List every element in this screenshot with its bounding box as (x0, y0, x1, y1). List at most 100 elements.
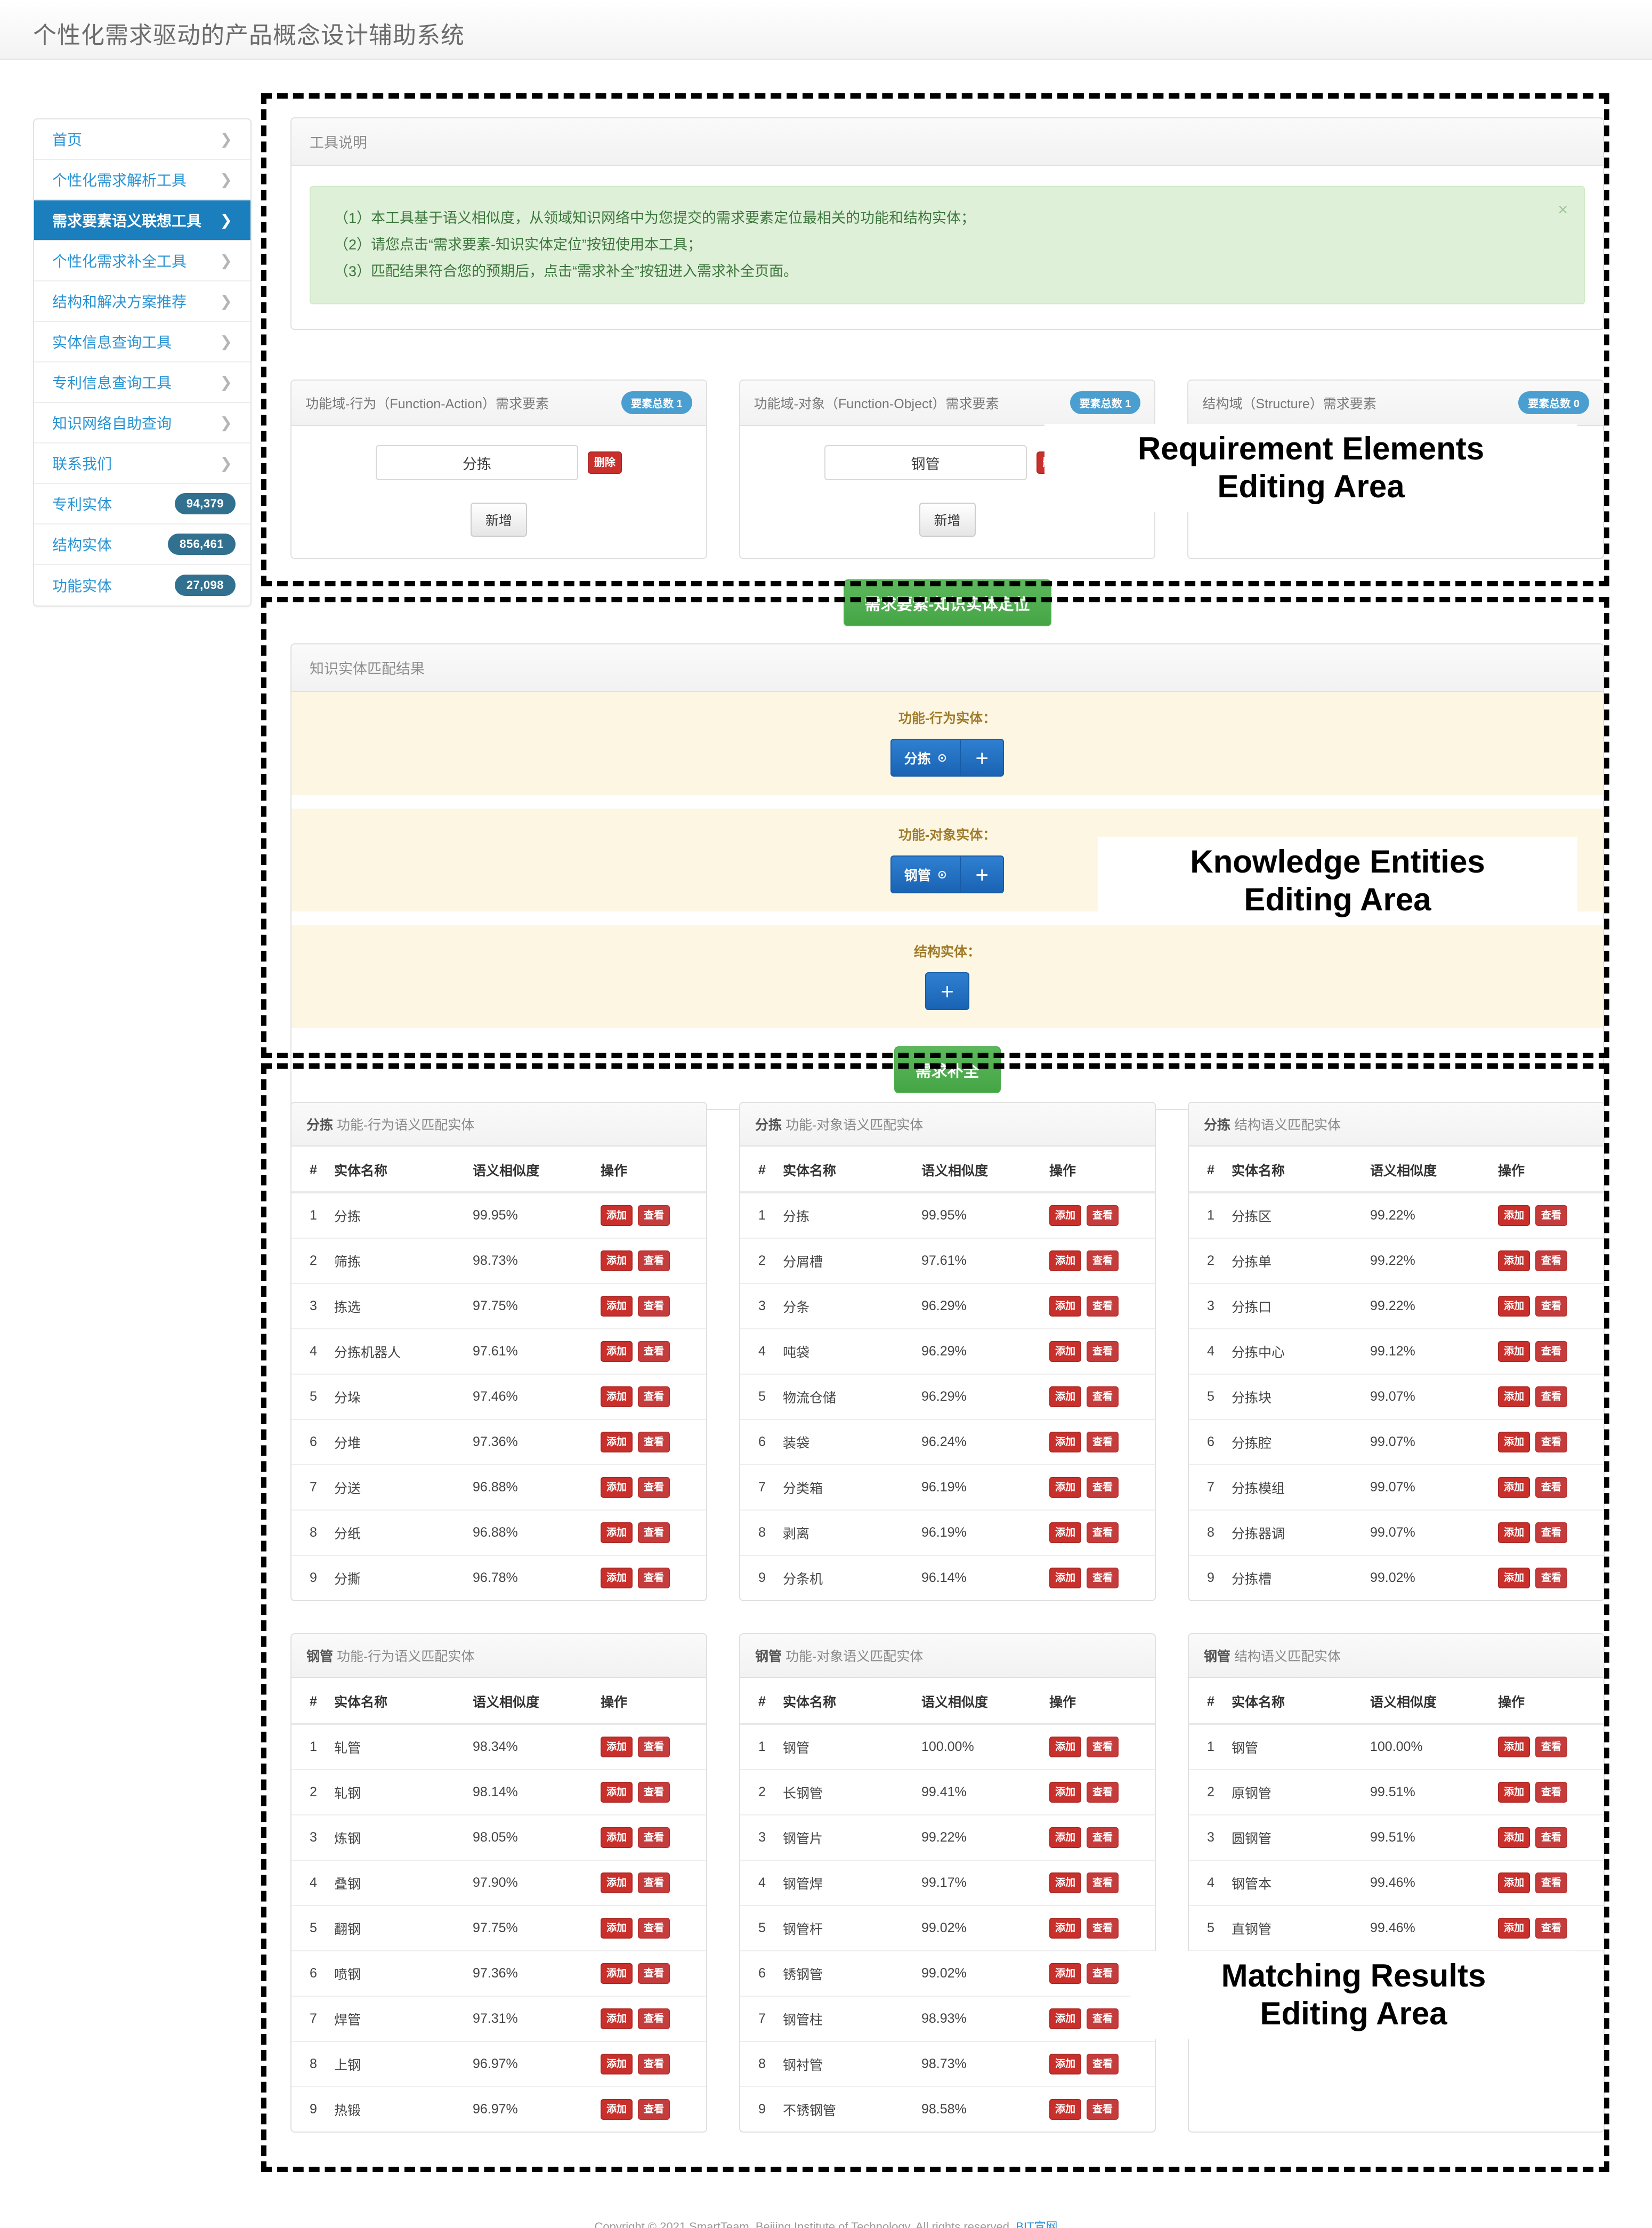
add-entity-row-button[interactable]: 添加 (1498, 1432, 1530, 1452)
view-entity-row-button[interactable]: 查看 (1087, 1296, 1119, 1317)
view-entity-row-button[interactable]: 查看 (1087, 1963, 1119, 1984)
add-entity-row-button[interactable]: 添加 (601, 1568, 633, 1588)
view-entity-row-button[interactable]: 查看 (638, 2099, 670, 2120)
add-entity-row-button[interactable]: 添加 (1498, 1737, 1530, 1757)
view-entity-row-button[interactable]: 查看 (638, 2008, 670, 2029)
sidebar-item-11[interactable]: 功能实体 27,098 (34, 565, 250, 606)
view-entity-row-button[interactable]: 查看 (638, 1341, 670, 1362)
remove-entity-icon[interactable]: ⊙ (937, 751, 947, 765)
delete-requirement-button[interactable]: 删除 (587, 451, 622, 474)
add-entity-row-button[interactable]: 添加 (1049, 2008, 1082, 2029)
requirement-completion-button[interactable]: 需求补全 (894, 1046, 1001, 1093)
view-entity-row-button[interactable]: 查看 (1087, 1827, 1119, 1848)
add-entity-row-button[interactable]: 添加 (601, 1918, 633, 1939)
close-icon[interactable]: × (1558, 201, 1568, 218)
add-entity-row-button[interactable]: 添加 (1049, 1568, 1082, 1588)
view-entity-row-button[interactable]: 查看 (638, 1296, 670, 1317)
view-entity-row-button[interactable]: 查看 (1535, 1432, 1568, 1452)
add-entity-row-button[interactable]: 添加 (1049, 1737, 1082, 1757)
add-entity-row-button[interactable]: 添加 (1049, 2054, 1082, 2074)
knowledge-entity-button[interactable]: 钢管 ⊙ (890, 855, 960, 893)
view-entity-row-button[interactable]: 查看 (638, 1477, 670, 1498)
add-entity-row-button[interactable]: 添加 (1049, 1296, 1082, 1317)
add-entity-row-button[interactable]: 添加 (1049, 1477, 1082, 1498)
add-entity-row-button[interactable]: 添加 (601, 1296, 633, 1317)
view-entity-row-button[interactable]: 查看 (1087, 1568, 1119, 1588)
add-entity-row-button[interactable]: 添加 (1049, 1782, 1082, 1803)
view-entity-row-button[interactable]: 查看 (1087, 1250, 1119, 1271)
add-entity-row-button[interactable]: 添加 (1049, 1341, 1082, 1362)
view-entity-row-button[interactable]: 查看 (638, 1963, 670, 1984)
sidebar-item-0[interactable]: 首页 ❯ (34, 119, 250, 160)
remove-entity-icon[interactable]: ⊙ (937, 868, 947, 882)
view-entity-row-button[interactable]: 查看 (638, 2054, 670, 2074)
add-entity-row-button[interactable]: 添加 (1049, 1205, 1082, 1226)
add-entity-row-button[interactable]: 添加 (601, 1386, 633, 1407)
view-entity-row-button[interactable]: 查看 (1087, 1872, 1119, 1893)
add-entity-row-button[interactable]: 添加 (601, 1250, 633, 1271)
add-entity-row-button[interactable]: 添加 (601, 1872, 633, 1893)
view-entity-row-button[interactable]: 查看 (1535, 1522, 1568, 1543)
view-entity-row-button[interactable]: 查看 (638, 1872, 670, 1893)
view-entity-row-button[interactable]: 查看 (638, 1918, 670, 1939)
view-entity-row-button[interactable]: 查看 (1087, 2008, 1119, 2029)
add-entity-row-button[interactable]: 添加 (601, 1522, 633, 1543)
view-entity-row-button[interactable]: 查看 (1087, 2099, 1119, 2120)
add-entity-row-button[interactable]: 添加 (1498, 1827, 1530, 1848)
add-entity-row-button[interactable]: 添加 (1498, 1386, 1530, 1407)
view-entity-row-button[interactable]: 查看 (1087, 1205, 1119, 1226)
view-entity-row-button[interactable]: 查看 (1535, 1386, 1568, 1407)
add-entity-button[interactable]: ＋ (925, 972, 969, 1010)
add-entity-row-button[interactable]: 添加 (1049, 1522, 1082, 1543)
view-entity-row-button[interactable]: 查看 (638, 1782, 670, 1803)
sidebar-item-8[interactable]: 联系我们 ❯ (34, 443, 250, 484)
view-entity-row-button[interactable]: 查看 (638, 1250, 670, 1271)
view-entity-row-button[interactable]: 查看 (1535, 1477, 1568, 1498)
view-entity-row-button[interactable]: 查看 (1087, 1918, 1119, 1939)
view-entity-row-button[interactable]: 查看 (1535, 1250, 1568, 1271)
view-entity-row-button[interactable]: 查看 (1535, 1872, 1568, 1893)
add-entity-row-button[interactable]: 添加 (1049, 1963, 1082, 1984)
view-entity-row-button[interactable]: 查看 (1535, 1827, 1568, 1848)
view-entity-row-button[interactable]: 查看 (638, 1522, 670, 1543)
view-entity-row-button[interactable]: 查看 (1087, 1432, 1119, 1452)
add-entity-row-button[interactable]: 添加 (1498, 1296, 1530, 1317)
sidebar-item-2[interactable]: 需求要素语义联想工具 ❯ (34, 200, 250, 241)
add-entity-row-button[interactable]: 添加 (1049, 1918, 1082, 1939)
add-entity-row-button[interactable]: 添加 (1498, 1872, 1530, 1893)
view-entity-row-button[interactable]: 查看 (638, 1737, 670, 1757)
view-entity-row-button[interactable]: 查看 (638, 1568, 670, 1588)
locate-entities-button[interactable]: 需求要素-知识实体定位 (843, 579, 1051, 626)
add-entity-row-button[interactable]: 添加 (1498, 1477, 1530, 1498)
view-entity-row-button[interactable]: 查看 (1535, 1341, 1568, 1362)
add-entity-row-button[interactable]: 添加 (601, 1782, 633, 1803)
sidebar-item-4[interactable]: 结构和解决方案推荐 ❯ (34, 281, 250, 322)
add-entity-row-button[interactable]: 添加 (601, 1963, 633, 1984)
add-entity-row-button[interactable]: 添加 (1049, 1432, 1082, 1452)
add-entity-row-button[interactable]: 添加 (601, 1737, 633, 1757)
view-entity-row-button[interactable]: 查看 (1087, 2054, 1119, 2074)
sidebar-item-3[interactable]: 个性化需求补全工具 ❯ (34, 241, 250, 281)
sidebar-item-6[interactable]: 专利信息查询工具 ❯ (34, 362, 250, 403)
footer-link[interactable]: BIT宣网 (1016, 2220, 1057, 2228)
view-entity-row-button[interactable]: 查看 (1087, 1477, 1119, 1498)
sidebar-item-5[interactable]: 实体信息查询工具 ❯ (34, 322, 250, 362)
view-entity-row-button[interactable]: 查看 (638, 1432, 670, 1452)
add-entity-row-button[interactable]: 添加 (1049, 2099, 1082, 2120)
add-entity-row-button[interactable]: 添加 (601, 2054, 633, 2074)
view-entity-row-button[interactable]: 查看 (1535, 1782, 1568, 1803)
add-entity-row-button[interactable]: 添加 (601, 1205, 633, 1226)
view-entity-row-button[interactable]: 查看 (1087, 1782, 1119, 1803)
sidebar-item-9[interactable]: 专利实体 94,379 (34, 484, 250, 524)
add-entity-row-button[interactable]: 添加 (1498, 1782, 1530, 1803)
knowledge-entity-button[interactable]: 分拣 ⊙ (890, 739, 960, 777)
view-entity-row-button[interactable]: 查看 (1087, 1522, 1119, 1543)
add-entity-row-button[interactable]: 添加 (601, 1477, 633, 1498)
add-entity-row-button[interactable]: 添加 (601, 1432, 633, 1452)
add-entity-row-button[interactable]: 添加 (601, 2099, 633, 2120)
add-entity-row-button[interactable]: 添加 (1049, 1872, 1082, 1893)
add-entity-row-button[interactable]: 添加 (601, 1341, 633, 1362)
add-entity-row-button[interactable]: 添加 (1498, 1918, 1530, 1939)
requirement-value-input[interactable] (375, 445, 578, 480)
view-entity-row-button[interactable]: 查看 (1535, 1737, 1568, 1757)
